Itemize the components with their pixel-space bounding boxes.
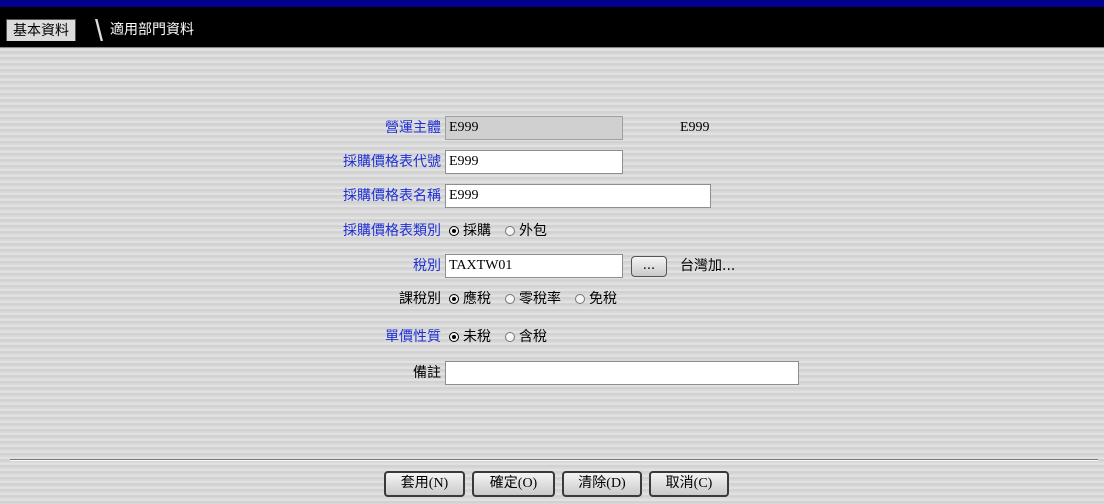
tab-department-info[interactable]: 適用部門資料 — [104, 19, 200, 41]
radio-label: 零稅率 — [519, 291, 561, 307]
radio-label: 採購 — [463, 223, 491, 239]
radio-label: 未稅 — [463, 329, 491, 345]
category-option-outsource[interactable]: 外包 — [505, 220, 547, 242]
radio-label: 外包 — [519, 223, 547, 239]
confirm-button[interactable]: 確定(O) — [472, 471, 555, 497]
title-bar — [0, 0, 1104, 7]
radio-unselected-icon — [505, 226, 515, 236]
radio-unselected-icon — [505, 294, 515, 304]
content-top-border — [0, 47, 1104, 48]
tax-label: 稅別 — [413, 258, 441, 274]
remark-label: 備註 — [413, 365, 441, 381]
category-label: 採購價格表類別 — [343, 223, 441, 239]
code-field[interactable]: E999 — [445, 150, 623, 174]
apply-button[interactable]: 套用(N) — [384, 471, 465, 497]
price-nature-option-exclusive[interactable]: 未稅 — [449, 326, 491, 348]
radio-selected-icon — [449, 226, 459, 236]
tax-description: 台灣加... — [680, 258, 736, 274]
radio-label: 應稅 — [463, 291, 491, 307]
radio-unselected-icon — [575, 294, 585, 304]
radio-label: 免稅 — [589, 291, 617, 307]
category-radio-group: 採購 外包 — [449, 220, 547, 242]
category-option-purchase[interactable]: 採購 — [449, 220, 491, 242]
tax-type-option-taxable[interactable]: 應稅 — [449, 288, 491, 310]
name-label: 採購價格表名稱 — [343, 188, 441, 204]
price-nature-option-inclusive[interactable]: 含稅 — [505, 326, 547, 348]
remark-field[interactable] — [445, 361, 799, 385]
cancel-button[interactable]: 取消(C) — [649, 471, 729, 497]
entity-field: E999 — [445, 116, 623, 140]
code-label: 採購價格表代號 — [343, 154, 441, 170]
price-nature-label: 單價性質 — [385, 329, 441, 345]
tax-type-radio-group: 應稅 零稅率 免稅 — [449, 288, 617, 310]
tax-lookup-button[interactable]: ... — [631, 256, 667, 277]
radio-label: 含稅 — [519, 329, 547, 345]
name-field[interactable]: E999 — [445, 184, 711, 208]
footer-divider — [10, 459, 1098, 461]
entity-display: E999 — [680, 120, 710, 135]
radio-unselected-icon — [505, 332, 515, 342]
tax-field[interactable]: TAXTW01 — [445, 254, 623, 278]
price-nature-radio-group: 未稅 含稅 — [449, 326, 547, 348]
entity-label: 營運主體 — [385, 120, 441, 136]
tax-type-label: 課稅別 — [399, 291, 441, 307]
tab-basic-info[interactable]: 基本資料 — [6, 19, 76, 41]
clear-button[interactable]: 清除(D) — [562, 471, 642, 497]
radio-selected-icon — [449, 332, 459, 342]
tax-type-option-zero-rate[interactable]: 零稅率 — [505, 288, 561, 310]
radio-selected-icon — [449, 294, 459, 304]
tax-type-option-exempt[interactable]: 免稅 — [575, 288, 617, 310]
